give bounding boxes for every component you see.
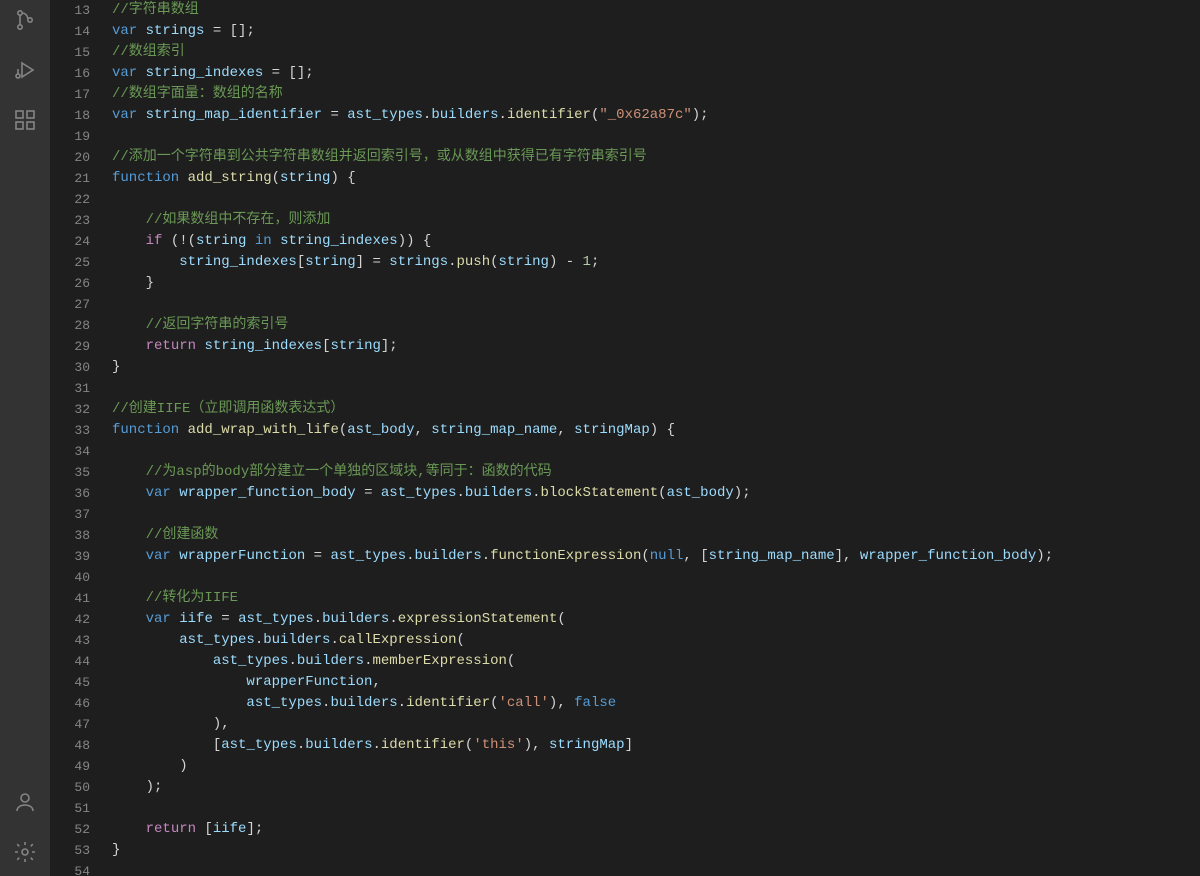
line-number: 47 xyxy=(50,714,90,735)
code-line[interactable]: //返回字符串的索引号 xyxy=(112,315,1200,336)
line-number: 37 xyxy=(50,504,90,525)
code-content[interactable]: //字符串数组var strings = [];//数组索引var string… xyxy=(104,0,1200,876)
line-number: 30 xyxy=(50,357,90,378)
line-number: 53 xyxy=(50,840,90,861)
code-line[interactable]: //创建IIFE（立即调用函数表达式） xyxy=(112,399,1200,420)
code-line[interactable] xyxy=(112,861,1200,876)
code-line[interactable]: var wrapper_function_body = ast_types.bu… xyxy=(112,483,1200,504)
line-number: 51 xyxy=(50,798,90,819)
code-line[interactable]: wrapperFunction, xyxy=(112,672,1200,693)
line-number: 34 xyxy=(50,441,90,462)
line-number: 36 xyxy=(50,483,90,504)
code-line[interactable]: function add_wrap_with_life(ast_body, st… xyxy=(112,420,1200,441)
line-number: 28 xyxy=(50,315,90,336)
line-number: 17 xyxy=(50,84,90,105)
line-number: 24 xyxy=(50,231,90,252)
code-line[interactable]: ); xyxy=(112,777,1200,798)
line-number: 16 xyxy=(50,63,90,84)
code-line[interactable]: } xyxy=(112,357,1200,378)
line-number: 14 xyxy=(50,21,90,42)
code-line[interactable] xyxy=(112,294,1200,315)
code-line[interactable]: ) xyxy=(112,756,1200,777)
line-number: 26 xyxy=(50,273,90,294)
line-number: 32 xyxy=(50,399,90,420)
code-line[interactable]: var string_indexes = []; xyxy=(112,63,1200,84)
code-line[interactable]: //如果数组中不存在，则添加 xyxy=(112,210,1200,231)
line-number: 52 xyxy=(50,819,90,840)
code-line[interactable]: //创建函数 xyxy=(112,525,1200,546)
run-and-debug-icon[interactable] xyxy=(0,54,50,86)
code-line[interactable]: var wrapperFunction = ast_types.builders… xyxy=(112,546,1200,567)
line-number: 39 xyxy=(50,546,90,567)
code-line[interactable]: function add_string(string) { xyxy=(112,168,1200,189)
activity-bar xyxy=(0,0,50,876)
code-line[interactable] xyxy=(112,567,1200,588)
code-editor[interactable]: 1314151617181920212223242526272829303132… xyxy=(50,0,1200,876)
line-number: 35 xyxy=(50,462,90,483)
line-number: 49 xyxy=(50,756,90,777)
code-line[interactable]: var strings = []; xyxy=(112,21,1200,42)
line-number: 31 xyxy=(50,378,90,399)
line-number: 54 xyxy=(50,861,90,876)
line-number: 27 xyxy=(50,294,90,315)
code-line[interactable]: //为asp的body部分建立一个单独的区域块,等同于：函数的代码 xyxy=(112,462,1200,483)
settings-gear-icon[interactable] xyxy=(0,836,50,868)
line-number: 21 xyxy=(50,168,90,189)
line-number: 50 xyxy=(50,777,90,798)
code-line[interactable]: var iife = ast_types.builders.expression… xyxy=(112,609,1200,630)
code-line[interactable] xyxy=(112,189,1200,210)
code-line[interactable] xyxy=(112,504,1200,525)
code-line[interactable]: //转化为IIFE xyxy=(112,588,1200,609)
code-line[interactable]: ast_types.builders.identifier('call'), f… xyxy=(112,693,1200,714)
line-number: 19 xyxy=(50,126,90,147)
line-number: 15 xyxy=(50,42,90,63)
code-line[interactable]: if (!(string in string_indexes)) { xyxy=(112,231,1200,252)
line-number: 22 xyxy=(50,189,90,210)
line-number-gutter: 1314151617181920212223242526272829303132… xyxy=(50,0,104,876)
app-root: 1314151617181920212223242526272829303132… xyxy=(0,0,1200,876)
code-line[interactable]: //字符串数组 xyxy=(112,0,1200,21)
line-number: 41 xyxy=(50,588,90,609)
code-line[interactable] xyxy=(112,441,1200,462)
code-line[interactable]: //数组索引 xyxy=(112,42,1200,63)
code-line[interactable]: //添加一个字符串到公共字符串数组并返回索引号，或从数组中获得已有字符串索引号 xyxy=(112,147,1200,168)
line-number: 46 xyxy=(50,693,90,714)
line-number: 25 xyxy=(50,252,90,273)
code-line[interactable]: ast_types.builders.memberExpression( xyxy=(112,651,1200,672)
code-line[interactable]: ast_types.builders.callExpression( xyxy=(112,630,1200,651)
line-number: 33 xyxy=(50,420,90,441)
accounts-icon[interactable] xyxy=(0,786,50,818)
code-line[interactable] xyxy=(112,798,1200,819)
line-number: 44 xyxy=(50,651,90,672)
extensions-icon[interactable] xyxy=(0,104,50,136)
code-line[interactable]: ), xyxy=(112,714,1200,735)
code-line[interactable] xyxy=(112,126,1200,147)
line-number: 18 xyxy=(50,105,90,126)
code-line[interactable]: [ast_types.builders.identifier('this'), … xyxy=(112,735,1200,756)
code-line[interactable]: //数组字面量：数组的名称 xyxy=(112,84,1200,105)
line-number: 42 xyxy=(50,609,90,630)
line-number: 48 xyxy=(50,735,90,756)
code-line[interactable]: string_indexes[string] = strings.push(st… xyxy=(112,252,1200,273)
code-line[interactable]: } xyxy=(112,273,1200,294)
source-control-icon[interactable] xyxy=(0,4,50,36)
code-line[interactable] xyxy=(112,378,1200,399)
line-number: 40 xyxy=(50,567,90,588)
code-line[interactable]: return string_indexes[string]; xyxy=(112,336,1200,357)
line-number: 23 xyxy=(50,210,90,231)
line-number: 45 xyxy=(50,672,90,693)
code-line[interactable]: var string_map_identifier = ast_types.bu… xyxy=(112,105,1200,126)
line-number: 13 xyxy=(50,0,90,21)
line-number: 29 xyxy=(50,336,90,357)
code-line[interactable]: } xyxy=(112,840,1200,861)
line-number: 20 xyxy=(50,147,90,168)
line-number: 43 xyxy=(50,630,90,651)
code-line[interactable]: return [iife]; xyxy=(112,819,1200,840)
line-number: 38 xyxy=(50,525,90,546)
